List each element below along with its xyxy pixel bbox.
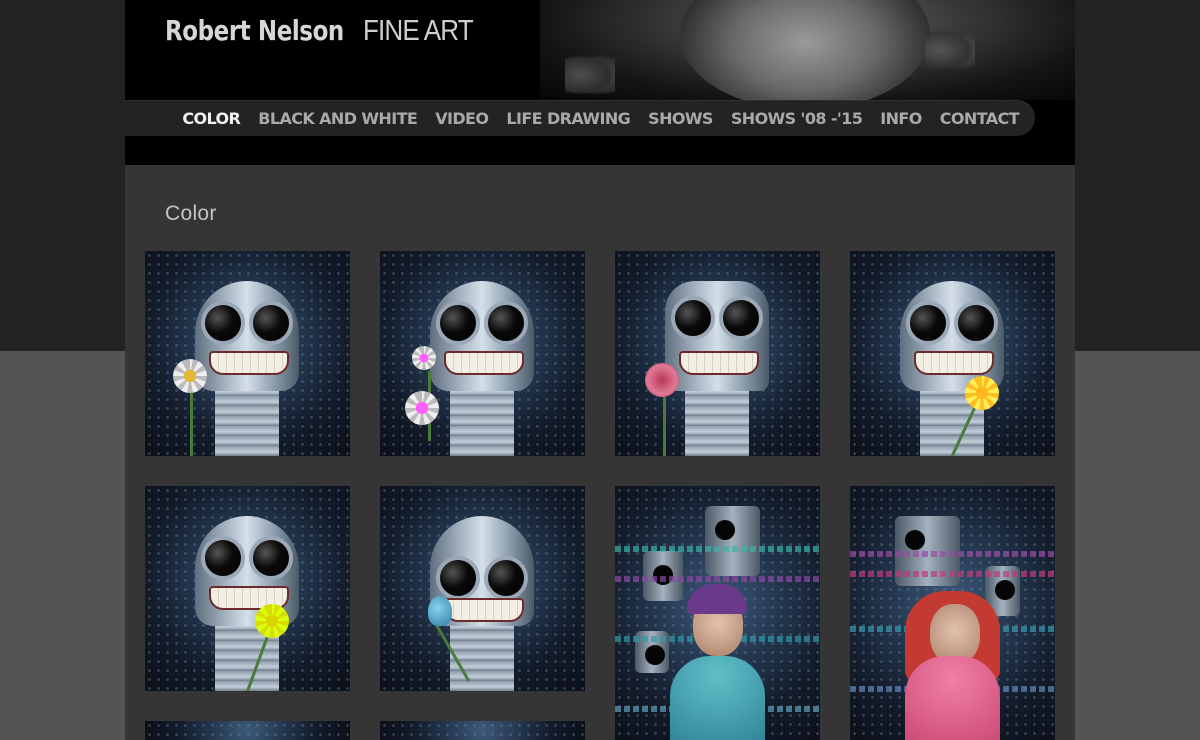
gallery-item-robot-yellow-daisy[interactable] [145, 486, 350, 691]
gallery-item-robot-orange-daisy[interactable] [850, 251, 1055, 456]
butterfly-icon [925, 30, 975, 70]
flower-icon [405, 391, 439, 425]
robot-eye [954, 301, 998, 345]
robot-eye [484, 556, 528, 600]
nav-item-black-and-white[interactable]: BLACK AND WHITE [258, 109, 418, 128]
header-face-image [680, 0, 930, 110]
robot-eye [249, 536, 293, 580]
gallery-item-robot-white-daisy[interactable] [145, 251, 350, 456]
nav-item-shows[interactable]: SHOWS [648, 109, 713, 128]
robot-eye [436, 556, 480, 600]
nav-item-video[interactable]: VIDEO [435, 109, 489, 128]
girl-face [930, 604, 980, 664]
robot-eye [201, 536, 245, 580]
girl-dress [905, 656, 1000, 740]
robot-head [705, 506, 760, 576]
nav-item-contact[interactable]: CONTACT [940, 109, 1020, 128]
robot-eye [436, 301, 480, 345]
gallery-item-partial[interactable] [145, 721, 350, 740]
robot-teeth [444, 351, 524, 375]
butterfly-icon [565, 55, 615, 95]
flower-icon [255, 604, 289, 638]
logo-subtitle[interactable]: FINE ART [363, 15, 474, 48]
robot-teeth [914, 351, 994, 375]
gallery-item-robot-purple-asters[interactable] [380, 251, 585, 456]
robot-eye [671, 296, 715, 340]
robot-body [450, 386, 514, 456]
gallery-item-girl-pink-dress[interactable] [850, 486, 1055, 740]
flower-icon [428, 596, 452, 626]
robot-eye [484, 301, 528, 345]
site-wrapper: Robert Nelson FINE ART COLOR BLACK AND W… [125, 0, 1075, 740]
page-title: Color [165, 202, 217, 225]
robot-eye [201, 301, 245, 345]
nav-item-shows-08-15[interactable]: SHOWS '08 -'15 [731, 109, 863, 128]
flower-icon [965, 376, 999, 410]
robot-eye [906, 301, 950, 345]
gallery-item-robot-pink-rose[interactable] [615, 251, 820, 456]
nav-item-info[interactable]: INFO [880, 109, 922, 128]
robot-teeth [444, 598, 524, 622]
flower-icon [173, 359, 207, 393]
main-nav: COLOR BLACK AND WHITE VIDEO LIFE DRAWING… [164, 100, 1019, 136]
nav-item-color[interactable]: COLOR [182, 109, 241, 128]
flower-icon [645, 363, 679, 397]
girl-dress [670, 656, 765, 740]
robot-body [685, 386, 749, 456]
gallery-item-girl-teal-dress[interactable] [615, 486, 820, 740]
header-artwork [540, 0, 1075, 110]
robot-body [450, 621, 514, 691]
site-header: Robert Nelson FINE ART COLOR BLACK AND W… [125, 0, 1075, 165]
site-logo[interactable]: Robert Nelson FINE ART [165, 12, 485, 48]
nav-item-life-drawing[interactable]: LIFE DRAWING [506, 109, 630, 128]
main-nav-bar: COLOR BLACK AND WHITE VIDEO LIFE DRAWING… [125, 100, 1035, 136]
gallery-item-partial[interactable] [380, 721, 585, 740]
gallery-item-robot-blue-tulip[interactable] [380, 486, 585, 691]
robot-body [215, 386, 279, 456]
robot-eye [719, 296, 763, 340]
logo-name[interactable]: Robert Nelson [165, 14, 344, 47]
robot-teeth [209, 351, 289, 375]
flower-icon [412, 346, 436, 370]
robot-teeth [679, 351, 759, 375]
robot-eye [249, 301, 293, 345]
